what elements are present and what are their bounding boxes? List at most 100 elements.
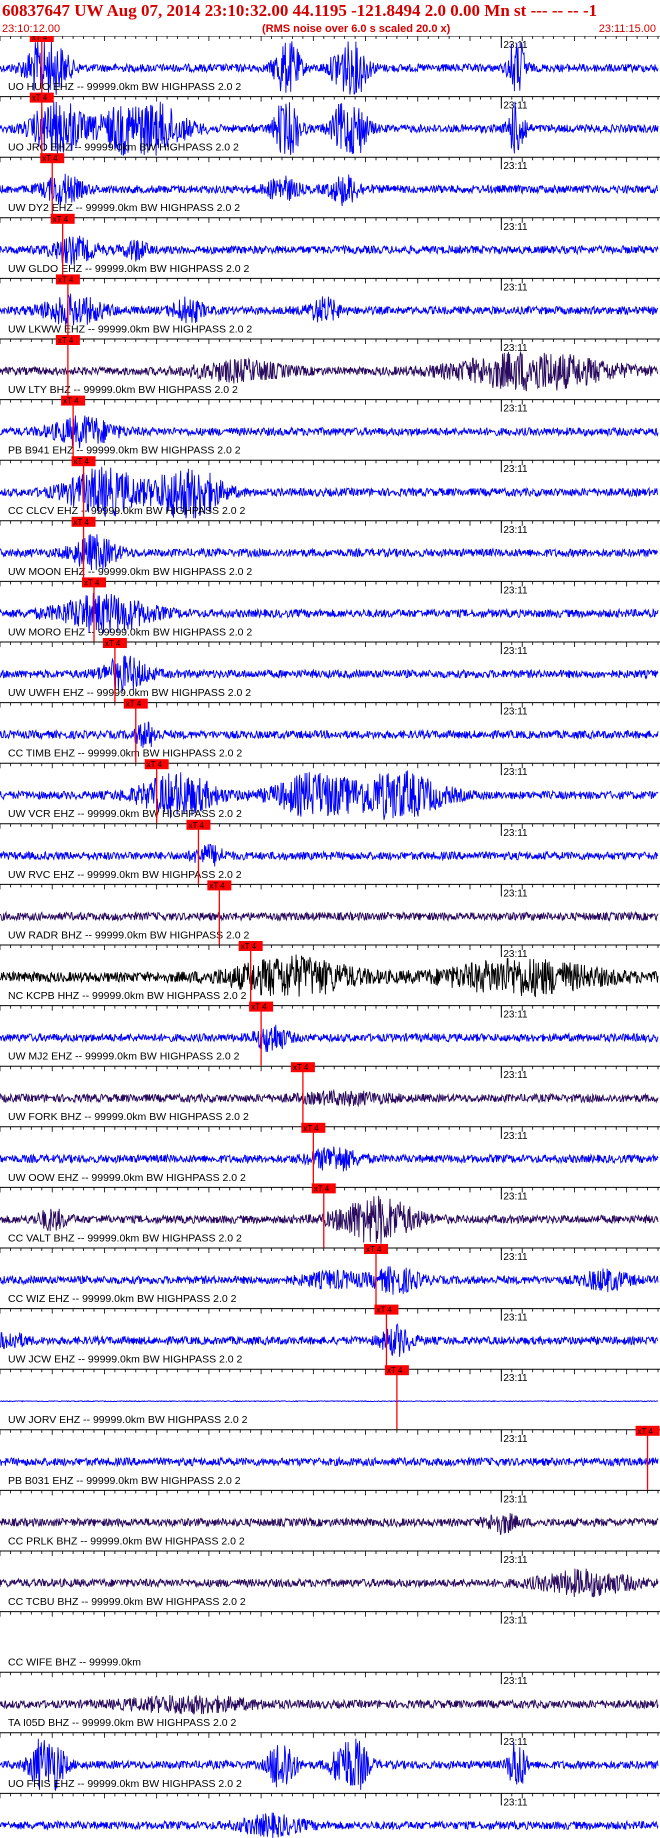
station-label: CC VALT BHZ -- 99999.0km BW HIGHPASS 2.0… [8, 1232, 242, 1244]
pick-label: xT 4 [387, 1366, 403, 1375]
minute-marker-label: 23:11 [503, 1373, 528, 1384]
minute-marker-label: 23:11 [503, 1313, 528, 1324]
waveform-trace [0, 1146, 659, 1172]
minute-marker-label: 23:11 [503, 1131, 528, 1142]
start-time: 23:10:12.00 [2, 23, 61, 35]
waveform-trace [0, 1024, 659, 1052]
minute-marker-label: 23:11 [503, 1797, 528, 1808]
station-label: CC CLCV EHZ -- 99999.0km BW HIGHPASS 2.0… [8, 505, 245, 517]
pick-label: xT 4 [638, 1427, 654, 1436]
minute-marker-label: 23:11 [503, 222, 528, 233]
header-subline: 23:10:12.00 (RMS noise over 6.0 s scaled… [0, 22, 660, 36]
minute-marker-label: 23:11 [503, 585, 528, 596]
event-header: 60837647 UW Aug 07, 2014 23:10:32.00 44.… [2, 1, 598, 20]
station-label: CC TCBU BHZ -- 99999.0km BW HIGHPASS 2.0… [8, 1596, 246, 1608]
pick-label: xT 4 [241, 942, 257, 951]
minute-marker-label: 23:11 [503, 1434, 528, 1445]
waveform-trace [0, 1400, 659, 1403]
pick-label: xT 4 [303, 1124, 319, 1133]
station-label: UW MJ2 EHZ -- 99999.0km BW HIGHPASS 2.0 … [8, 1051, 240, 1063]
minute-marker-label: 23:11 [503, 343, 528, 354]
pick-label: xT 4 [42, 154, 58, 163]
minute-marker-label: 23:11 [503, 525, 528, 536]
minute-marker-label: 23:11 [503, 404, 528, 415]
station-label: UW RVC EHZ -- 99999.0km BW HIGHPASS 2.0 … [8, 869, 242, 881]
station-label: UW VCR EHZ -- 99999.0km BW HIGHPASS 2.0 … [8, 808, 242, 820]
station-label: UW OOW EHZ -- 99999.0km BW HIGHPASS 2.0 … [8, 1172, 246, 1184]
minute-marker-label: 23:11 [503, 1252, 528, 1263]
minute-marker-label: 23:11 [503, 828, 528, 839]
minute-marker-label: 23:11 [503, 1616, 528, 1627]
minute-marker-label: 23:11 [503, 707, 528, 718]
station-label: UW DY2 EHZ -- 99999.0km BW HIGHPASS 2.0 … [8, 202, 240, 214]
station-label: UW RADR BHZ -- 99999.0km BW HIGHPASS 2.0… [8, 929, 250, 941]
waveform-trace [0, 1812, 659, 1838]
waveform-trace [0, 235, 659, 265]
minute-marker-label: 23:11 [503, 646, 528, 657]
pick-label: xT 4 [126, 700, 142, 709]
station-label: UW LTY BHZ -- 99999.0km BW HIGHPASS 2.0 … [8, 384, 238, 396]
waveform-trace [0, 910, 659, 922]
waveform-trace [0, 721, 659, 748]
waveform-trace [0, 1322, 659, 1357]
waveform-trace [0, 1088, 659, 1108]
pick-label: xT 4 [251, 1003, 267, 1012]
end-time: 23:11:15.00 [598, 23, 656, 35]
minute-marker-label: 23:11 [503, 161, 528, 172]
minute-marker-label: 23:11 [503, 1737, 528, 1748]
station-label: UW FORK BHZ -- 99999.0km BW HIGHPASS 2.0… [8, 1111, 249, 1123]
station-label: PB B031 EHZ -- 99999.0km BW HIGHPASS 2.0… [8, 1475, 241, 1487]
waveform-trace [0, 1694, 659, 1715]
station-label: UW JORV EHZ -- 99999.0km BW HIGHPASS 2.0… [8, 1414, 248, 1426]
pick-label: xT 4 [209, 881, 225, 890]
minute-marker-label: 23:11 [503, 464, 528, 475]
station-label: CC WIZ EHZ -- 99999.0km BW HIGHPASS 2.0 … [8, 1293, 237, 1305]
pick-label: xT 4 [376, 1306, 392, 1315]
minute-marker-label: 23:11 [503, 1555, 528, 1566]
waveform-trace [0, 1568, 659, 1598]
minute-marker-label: 23:11 [503, 40, 528, 51]
pick-label: xT 4 [32, 36, 48, 42]
pick-label: xT 4 [32, 94, 48, 103]
pick-label: xT 4 [53, 215, 69, 224]
station-label: UO HUO EHZ -- 99999.0km BW HIGHPASS 2.0 … [8, 81, 241, 93]
waveform-trace [0, 1456, 659, 1468]
pick-label: xT 4 [74, 457, 90, 466]
waveform-trace [0, 293, 658, 326]
station-label: CC WIFE BHZ -- 99999.0km [8, 1657, 141, 1669]
minute-marker-label: 23:11 [503, 1070, 528, 1081]
station-label: UW JCW EHZ -- 99999.0km BW HIGHPASS 2.0 … [8, 1354, 243, 1366]
pick-label: xT 4 [105, 639, 121, 648]
station-label: UO JRO EHZ -- 99999.0km BW HIGHPASS 2.0 … [8, 142, 239, 154]
minute-marker-label: 23:11 [503, 767, 528, 778]
waveform-trace [0, 655, 659, 693]
seismogram-chart: 23:11 UO HUO EHZ -- 99999.0km BW HIGHPASS… [0, 36, 660, 1838]
station-label: CC TIMB EHZ -- 99999.0km BW HIGHPASS 2.0… [8, 748, 242, 760]
waveform-trace [0, 1513, 659, 1536]
pick-label: xT 4 [58, 336, 74, 345]
minute-marker-label: 23:11 [503, 1676, 528, 1687]
pick-label: xT 4 [84, 578, 100, 587]
station-label: TA I05D BHZ -- 99999.0km BW HIGHPASS 2.0… [8, 1717, 237, 1729]
station-label: NC KCPB HHZ -- 99999.0km BW HIGHPASS 2.0… [8, 990, 247, 1002]
minute-marker-label: 23:11 [503, 1494, 528, 1505]
station-label: UO FRIS EHZ -- 99999.0km BW HIGHPASS 2.0… [8, 1778, 242, 1790]
pick-label: xT 4 [147, 760, 163, 769]
station-label: UW MORO EHZ -- 99999.0km BW HIGHPASS 2.0… [8, 626, 252, 638]
waveform-trace [0, 415, 659, 449]
minute-marker-label: 23:11 [503, 888, 528, 899]
waveform-trace [0, 173, 658, 207]
pick-label: xT 4 [74, 518, 90, 527]
station-label: UW GLDO EHZ -- 99999.0km BW HIGHPASS 2.0… [8, 263, 250, 275]
pick-label: xT 4 [366, 1245, 382, 1254]
station-label: UW UWFH EHZ -- 99999.0km BW HIGHPASS 2.0… [8, 687, 251, 699]
minute-marker-label: 23:11 [503, 1010, 528, 1021]
station-label: PB B941 EHZ -- 99999.0km BW HIGHPASS 2.0… [8, 445, 241, 457]
waveform-trace [0, 534, 659, 571]
station-label: UW MOON EHZ -- 99999.0km BW HIGHPASS 2.0… [8, 566, 252, 578]
minute-marker-label: 23:11 [503, 1191, 528, 1202]
station-label: CC PRLK BHZ -- 99999.0km BW HIGHPASS 2.0… [8, 1535, 245, 1547]
pick-label: xT 4 [314, 1184, 330, 1193]
pick-label: xT 4 [63, 397, 79, 406]
minute-marker-label: 23:11 [503, 282, 528, 293]
